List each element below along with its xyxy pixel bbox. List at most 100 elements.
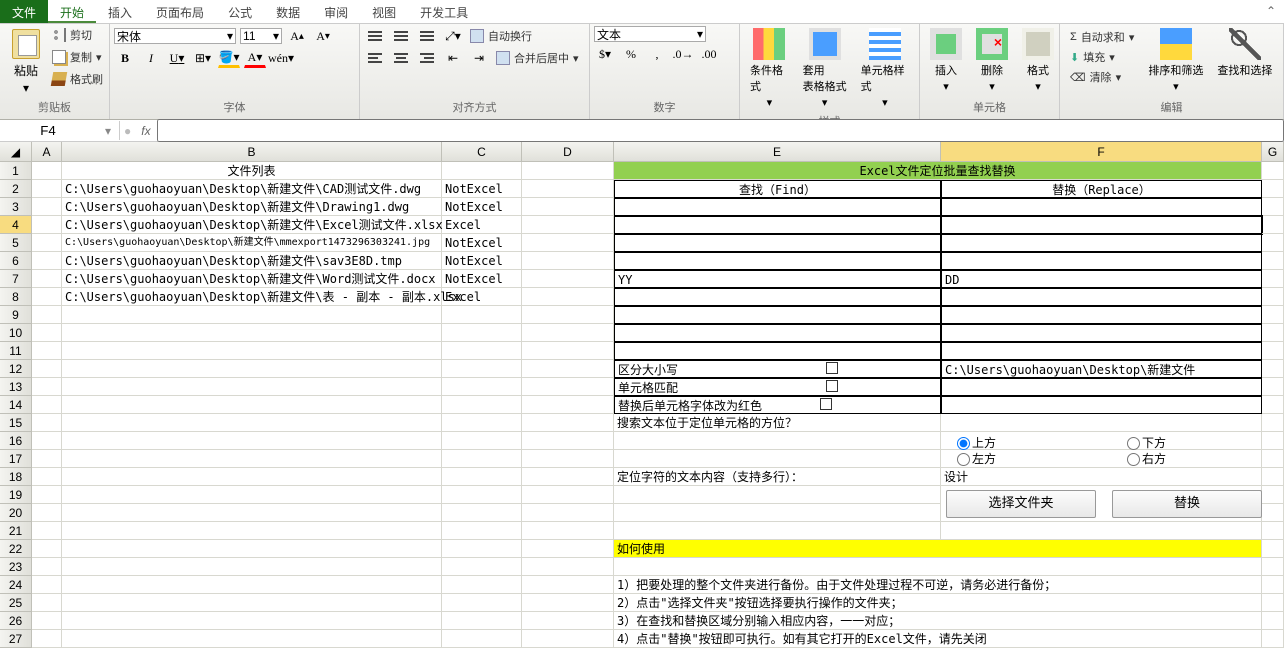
- align-top-button[interactable]: [364, 26, 386, 46]
- insert-cells-button[interactable]: 插入▾: [924, 26, 968, 97]
- percent-button[interactable]: %: [620, 44, 642, 64]
- row-header[interactable]: 8: [0, 288, 32, 306]
- tab-view[interactable]: 视图: [360, 0, 408, 23]
- bold-button[interactable]: B: [114, 48, 136, 68]
- tab-formula[interactable]: 公式: [216, 0, 264, 23]
- decrease-font-button[interactable]: A▾: [312, 26, 334, 46]
- col-header-A[interactable]: A: [32, 142, 62, 162]
- row-header[interactable]: 27: [0, 630, 32, 648]
- row-header[interactable]: 23: [0, 558, 32, 576]
- delete-cells-button[interactable]: 删除▾: [970, 26, 1014, 97]
- tab-file[interactable]: 文件: [0, 0, 48, 23]
- replace-button[interactable]: 替换: [1112, 490, 1262, 518]
- row-header[interactable]: 16: [0, 432, 32, 450]
- row-header[interactable]: 19: [0, 486, 32, 504]
- find-header[interactable]: 查找（Find）: [614, 180, 941, 198]
- tab-dev[interactable]: 开发工具: [408, 0, 480, 23]
- align-center-button[interactable]: [390, 48, 412, 68]
- col-header-G[interactable]: G: [1262, 142, 1284, 162]
- increase-decimal-button[interactable]: .0→: [672, 44, 694, 64]
- indent-increase-button[interactable]: ⇥: [468, 48, 490, 68]
- align-right-button[interactable]: [416, 48, 438, 68]
- tab-insert[interactable]: 插入: [96, 0, 144, 23]
- row-header[interactable]: 24: [0, 576, 32, 594]
- ribbon-minimize-icon[interactable]: ⌃: [1258, 0, 1284, 23]
- row-header[interactable]: 14: [0, 396, 32, 414]
- replace-header[interactable]: 替换（Replace）: [941, 180, 1262, 198]
- paste-button[interactable]: 粘贴 ▾: [4, 26, 48, 97]
- redfont-checkbox[interactable]: [820, 398, 832, 410]
- increase-font-button[interactable]: A▴: [286, 26, 308, 46]
- row-header[interactable]: 4: [0, 216, 32, 234]
- row-header[interactable]: 11: [0, 342, 32, 360]
- row-header[interactable]: 10: [0, 324, 32, 342]
- name-box[interactable]: ▾: [0, 121, 120, 140]
- font-name-combo[interactable]: ▾: [114, 28, 236, 44]
- clear-button[interactable]: ⌫清除▾: [1068, 68, 1136, 86]
- font-color-button[interactable]: A▾: [244, 48, 266, 68]
- align-middle-button[interactable]: [390, 26, 412, 46]
- row-header[interactable]: 15: [0, 414, 32, 432]
- col-header-E[interactable]: E: [614, 142, 941, 162]
- indent-decrease-button[interactable]: ⇤: [442, 48, 464, 68]
- row-header[interactable]: 21: [0, 522, 32, 540]
- find-select-button[interactable]: 查找和选择: [1211, 26, 1278, 97]
- row-header[interactable]: 3: [0, 198, 32, 216]
- row-header[interactable]: 20: [0, 504, 32, 522]
- row-header[interactable]: 17: [0, 450, 32, 468]
- row-header[interactable]: 5: [0, 234, 32, 252]
- row-header[interactable]: 22: [0, 540, 32, 558]
- align-left-button[interactable]: [364, 48, 386, 68]
- cut-button[interactable]: 剪切: [50, 26, 105, 44]
- col-header-F[interactable]: F: [941, 142, 1262, 162]
- sort-filter-button[interactable]: 排序和筛选▾: [1142, 26, 1209, 97]
- font-size-combo[interactable]: ▾: [240, 28, 282, 44]
- wholecell-checkbox[interactable]: [826, 380, 838, 392]
- tab-layout[interactable]: 页面布局: [144, 0, 216, 23]
- cell-style-button[interactable]: 单元格样式▾: [855, 26, 915, 111]
- tab-home[interactable]: 开始: [48, 0, 96, 23]
- col-header-D[interactable]: D: [522, 142, 614, 162]
- fx-icon[interactable]: fx: [135, 124, 156, 138]
- col-header-C[interactable]: C: [442, 142, 522, 162]
- row-header[interactable]: 25: [0, 594, 32, 612]
- format-table-button[interactable]: 套用 表格格式▾: [797, 26, 853, 111]
- merge-center-button[interactable]: 合并后居中▾: [494, 49, 581, 67]
- currency-button[interactable]: $▾: [594, 44, 616, 64]
- tab-review[interactable]: 审阅: [312, 0, 360, 23]
- comma-button[interactable]: ,: [646, 44, 668, 64]
- copy-button[interactable]: 复制▾: [50, 48, 105, 66]
- orientation-button[interactable]: ⤢▾: [442, 26, 464, 46]
- italic-button[interactable]: I: [140, 48, 162, 68]
- fill-button[interactable]: ⬇填充▾: [1068, 48, 1136, 66]
- radio-right[interactable]: 右方: [1127, 450, 1166, 468]
- case-checkbox[interactable]: [826, 362, 838, 374]
- active-cell[interactable]: [941, 216, 1262, 234]
- radio-left[interactable]: 左方: [957, 450, 996, 468]
- row-header[interactable]: 9: [0, 306, 32, 324]
- row-header[interactable]: 26: [0, 612, 32, 630]
- row-header[interactable]: 12: [0, 360, 32, 378]
- choose-folder-button[interactable]: 选择文件夹: [946, 490, 1096, 518]
- col-header-B[interactable]: B: [62, 142, 442, 162]
- phonetic-button[interactable]: wén▾: [270, 48, 292, 68]
- underline-button[interactable]: U▾: [166, 48, 188, 68]
- row-header[interactable]: 13: [0, 378, 32, 396]
- wrap-text-button[interactable]: 自动换行: [468, 27, 534, 45]
- select-all-corner[interactable]: ◢: [0, 142, 32, 162]
- main-title[interactable]: Excel文件定位批量查找替换: [614, 162, 1262, 180]
- row-header[interactable]: 18: [0, 468, 32, 486]
- row-header[interactable]: 7: [0, 270, 32, 288]
- file-list-header[interactable]: 文件列表: [62, 162, 442, 180]
- row-header[interactable]: 6: [0, 252, 32, 270]
- border-button[interactable]: ⊞▾: [192, 48, 214, 68]
- conditional-format-button[interactable]: 条件格式▾: [744, 26, 795, 111]
- format-cells-button[interactable]: 格式▾: [1016, 26, 1060, 97]
- align-bottom-button[interactable]: [416, 26, 438, 46]
- row-header[interactable]: 1: [0, 162, 32, 180]
- row-header[interactable]: 2: [0, 180, 32, 198]
- fill-color-button[interactable]: 🪣▾: [218, 48, 240, 68]
- number-format-combo[interactable]: ▾: [594, 26, 706, 42]
- autosum-button[interactable]: Σ自动求和▾: [1068, 28, 1136, 46]
- decrease-decimal-button[interactable]: .00: [698, 44, 720, 64]
